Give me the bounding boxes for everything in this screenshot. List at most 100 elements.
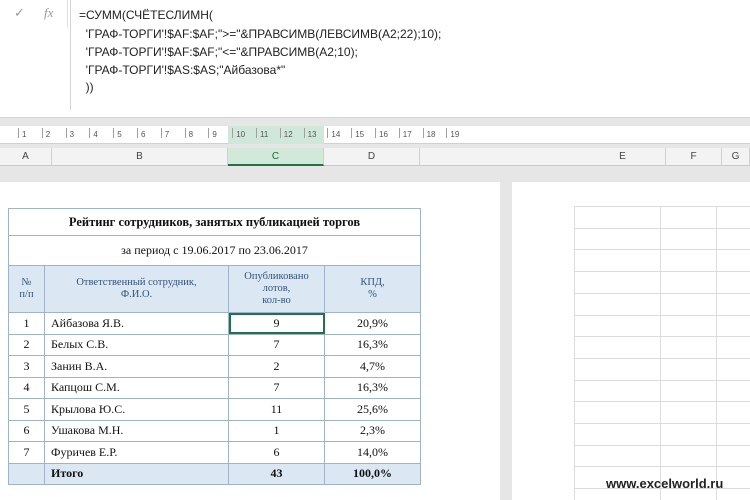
gridline [574,466,750,468]
enter-check-icon[interactable]: ✓ [14,6,25,20]
formula-bar: ✓ fx =СУММ(СЧЁТЕСЛИМН( 'ГРАФ-ТОРГИ'!$AF:… [0,0,750,118]
gridline [574,206,750,207]
row-kpd[interactable]: 16,3% [324,376,421,399]
formula-line: 'ГРАФ-ТОРГИ'!$AF:$AF;">="&ПРАВСИМВ(ЛЕВСИ… [79,27,442,41]
row-count[interactable]: 11 [228,398,325,421]
row-kpd[interactable]: 16,3% [324,333,421,356]
print-page-2 [512,182,750,500]
ruler-tick [351,128,353,138]
gridline [574,249,750,251]
row-count[interactable]: 6 [228,441,325,464]
ruler-tick [160,128,162,138]
insert-function-icon[interactable]: fx [44,6,53,20]
row-num[interactable]: 2 [8,333,45,356]
row-kpd[interactable]: 14,0% [324,441,421,464]
table-row: 1 Айбазова Я.В. 9 20,9% [8,312,421,335]
ruler-tick [18,128,19,138]
ruler-tick [113,128,115,138]
ruler-tick [184,128,186,138]
ruler-mark: 15 [355,130,365,139]
row-name[interactable]: Айбазова Я.В. [44,312,229,335]
gridline [574,423,750,424]
ruler-mark: 16 [379,130,388,139]
ruler-mark: 7 [164,130,170,139]
header-kpd-label: КПД, % [360,277,385,300]
column-header-b[interactable]: B [52,148,228,166]
ruler-tick [208,128,210,138]
gridline [574,314,750,316]
row-num[interactable]: 1 [8,312,45,335]
ruler-tick [446,128,448,138]
ruler-tick [232,128,234,138]
column-header-e[interactable]: E [580,148,666,166]
row-name[interactable]: Занин В.А. [44,355,229,378]
column-header-f[interactable]: F [666,148,722,166]
column-header-d[interactable]: D [324,148,420,166]
ruler-mark: 1 [22,130,27,139]
watermark: www.excelworld.ru [606,476,724,491]
row-kpd[interactable]: 4,7% [324,355,421,378]
ruler-mark: 13 [307,130,317,139]
total-row: Итого 43 100,0% [8,462,421,485]
ruler-mark: 8 [188,130,194,139]
total-label[interactable]: Итого [44,462,229,485]
row-name[interactable]: Крылова Ю.С. [44,398,229,421]
row-kpd[interactable]: 20,9% [324,312,421,335]
header-num[interactable]: № п/п [8,265,45,313]
ruler-mark: 12 [283,130,293,139]
row-count[interactable]: 1 [228,419,325,442]
header-published[interactable]: Опубликовано лотов, кол-во [228,265,325,313]
header-published-label: Опубликовано лотов, кол-во [244,271,309,306]
ruler-tick [41,128,43,138]
ruler-tick [65,128,67,138]
column-header-c[interactable]: C [228,148,324,166]
row-num[interactable]: 5 [8,398,45,421]
total-kpd[interactable]: 100,0% [324,462,421,485]
ruler-tick [398,128,400,138]
row-kpd[interactable]: 2,3% [324,419,421,442]
table-title[interactable]: Рейтинг сотрудников, занятых публикацией… [8,208,421,236]
header-employee[interactable]: Ответственный сотрудник, Ф.И.О. [44,265,229,313]
ruler-tick [375,128,376,138]
column-header-g[interactable]: G [722,148,750,166]
column-headers: A B C D E F G [0,148,750,166]
table-row: 2 Белых С.В. 7 16,3% [8,333,421,356]
row-num[interactable]: 3 [8,355,45,378]
formula-line: =СУММ(СЧЁТЕСЛИМН( [79,8,213,22]
formula-line: 'ГРАФ-ТОРГИ'!$AF:$AF;"<="&ПРАВСИМВ(A2;10… [79,45,358,59]
ruler-mark: 5 [117,130,122,139]
row-name[interactable]: Белых С.В. [44,333,229,356]
formula-input[interactable]: =СУММ(СЧЁТЕСЛИМН( 'ГРАФ-ТОРГИ'!$AF:$AF;"… [70,0,750,110]
row-count[interactable]: 9 [228,312,325,335]
ruler-mark: 6 [141,130,146,139]
header-employee-label: Ответственный сотрудник, Ф.И.О. [76,277,197,300]
table-row: 4 Капцош С.М. 7 16,3% [8,376,421,399]
ruler-tick [303,128,305,138]
row-name[interactable]: Капцош С.М. [44,376,229,399]
ruler-mark: 9 [212,130,217,139]
row-num[interactable]: 6 [8,419,45,442]
row-num[interactable]: 7 [8,441,45,464]
table-row: 5 Крылова Ю.С. 11 25,6% [8,398,421,421]
ruler-mark: 17 [402,130,412,139]
row-kpd[interactable]: 25,6% [324,398,421,421]
formula-line: 'ГРАФ-ТОРГИ'!$AS:$AS;"Айбазова*" [79,63,286,77]
ruler-tick [89,128,91,138]
formula-line: )) [79,80,94,94]
row-count[interactable]: 7 [228,333,325,356]
row-name[interactable]: Ушакова М.Н. [44,419,229,442]
excel-window: ✓ fx =СУММ(СЧЁТЕСЛИМН( 'ГРАФ-ТОРГИ'!$AF:… [0,0,750,500]
ruler-mark: 11 [260,130,269,139]
row-count[interactable]: 2 [228,355,325,378]
header-kpd[interactable]: КПД, % [324,265,421,313]
row-name[interactable]: Фуричев Е.Р. [44,441,229,464]
table-period[interactable]: за период с 19.06.2017 по 23.06.2017 [8,235,421,266]
row-count[interactable]: 7 [228,376,325,399]
column-header-a[interactable]: A [0,148,52,166]
row-num[interactable]: 4 [8,376,45,399]
total-num-cell[interactable] [8,462,45,485]
gridline [574,401,750,403]
ruler-mark: 10 [236,130,246,139]
ruler-tick [256,128,257,138]
total-count[interactable]: 43 [228,462,325,485]
